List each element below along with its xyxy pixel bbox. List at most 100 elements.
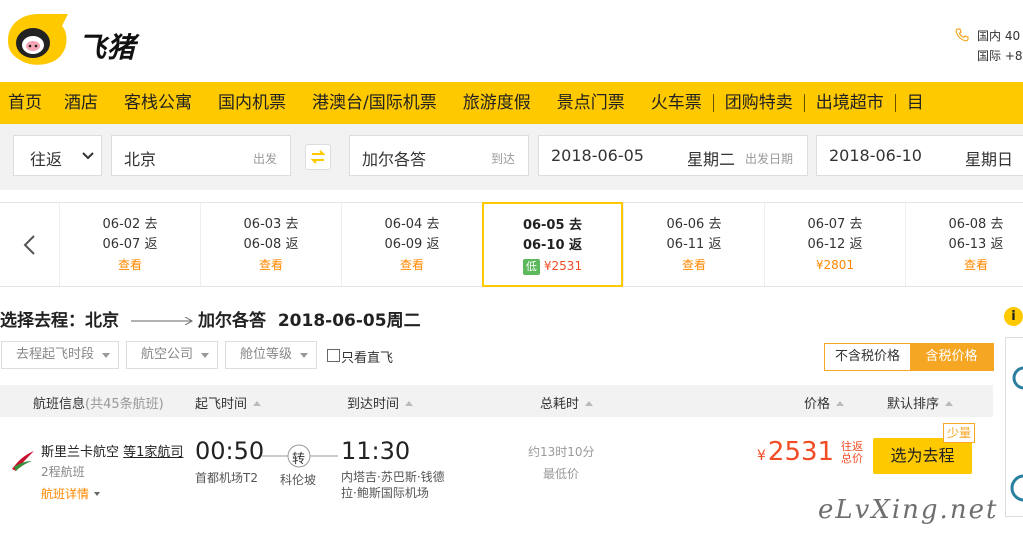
flight-legs: 2程航班 <box>41 465 85 479</box>
sort-depart-time[interactable]: 起飞时间 <box>195 393 262 412</box>
airline-name: 斯里兰卡航空 等1家航司 <box>41 441 183 460</box>
to-city-hint: 到达 <box>491 152 516 166</box>
sort-price[interactable]: 价格 <box>804 393 845 412</box>
srilankan-airlines-logo-icon <box>12 451 34 471</box>
nav-item-duty-free[interactable]: 出境超市 <box>805 82 884 124</box>
site-header: 飞猪 国内 40 国际 +8 <box>0 0 1023 82</box>
to-city-field[interactable]: 加尔各答 到达 <box>349 135 529 176</box>
cabin-filter[interactable]: 舱位等级 <box>225 341 317 369</box>
return-weekday: 星期日 <box>965 150 1014 169</box>
caret-down-icon <box>201 353 209 358</box>
sort-arrive-time[interactable]: 到达时间 <box>347 393 414 412</box>
date-option-selected[interactable]: 06-05 去 06-10 返 低 ¥2531 <box>482 202 623 287</box>
route-arrow-icon <box>131 317 193 325</box>
col-arrive-label: 到达时间 <box>347 397 400 412</box>
swap-cities-button[interactable] <box>305 144 331 170</box>
nav-item-domestic-flights[interactable]: 国内机票 <box>192 82 286 124</box>
depart-weekday: 星期二 <box>687 150 736 169</box>
excl-tax-option[interactable]: 不含税价格 <box>825 344 910 370</box>
phone-icon <box>955 28 969 42</box>
arrive-time: 11:30 <box>341 437 411 465</box>
nav-item-group-deals[interactable]: 团购特卖 <box>714 82 793 124</box>
more-airlines-link[interactable]: 等1家航司 <box>123 445 183 460</box>
return-date-value: 2018-06-10 <box>829 146 922 165</box>
nav-item-hotel[interactable]: 酒店 <box>42 82 98 124</box>
date-go: 06-04 去 <box>384 217 440 232</box>
date-price: ¥2531 <box>543 259 583 273</box>
date-price: 查看 <box>963 258 988 272</box>
col-depart-label: 起飞时间 <box>195 397 248 412</box>
route-title-origin: 选择去程：北京 <box>0 311 119 331</box>
date-price: 查看 <box>681 258 706 272</box>
date-option[interactable]: 06-06 去 06-11 返 查看 <box>623 203 764 286</box>
info-icon[interactable]: i <box>1004 307 1023 326</box>
hotline-domestic: 国内 40 <box>977 29 1021 43</box>
date-go: 06-07 去 <box>807 217 863 232</box>
from-city-field[interactable]: 北京 出发 <box>111 135 291 176</box>
chevron-down-icon <box>82 152 94 160</box>
low-stock-tag: 少量 <box>943 423 976 443</box>
depart-time-filter[interactable]: 去程起飞时段 <box>1 341 119 369</box>
date-option[interactable]: 06-02 去 06-07 返 查看 <box>59 203 200 286</box>
date-back: 06-10 返 <box>522 238 583 253</box>
return-date-field[interactable]: 2018-06-10 星期日 <box>816 135 1023 176</box>
incl-tax-option[interactable]: 含税价格 <box>910 344 993 370</box>
from-city-value: 北京 <box>124 150 157 169</box>
depart-time: 00:50 <box>195 437 265 465</box>
flight-details-toggle[interactable]: 航班详情 <box>41 485 101 502</box>
watermark: eLvXing.net <box>818 495 999 525</box>
col-sort-label: 默认排序 <box>887 397 940 412</box>
main-nav: 首页 酒店 客栈公寓 国内机票 港澳台/国际机票 旅游度假 景点门票 火车票 团… <box>0 82 1023 124</box>
nav-item-home[interactable]: 首页 <box>0 82 42 124</box>
date-option[interactable]: 06-08 去 06-13 返 查看 <box>905 203 1023 286</box>
results-header: 航班信息(共45条航班) 起飞时间 到达时间 总耗时 价格 默认排序 <box>0 385 993 417</box>
sort-duration[interactable]: 总耗时 <box>540 393 594 412</box>
route-date: 2018-06-05周二 <box>277 311 421 331</box>
airline-filter[interactable]: 航空公司 <box>126 341 218 369</box>
date-go: 06-08 去 <box>948 217 1004 232</box>
date-option[interactable]: 06-03 去 06-08 返 查看 <box>200 203 341 286</box>
route-dest-city: 加尔各答 <box>198 311 266 331</box>
fliggy-logo-icon[interactable] <box>2 10 70 70</box>
date-option[interactable]: 06-04 去 06-09 返 查看 <box>341 203 482 286</box>
filter-label: 航空公司 <box>141 347 194 362</box>
date-go: 06-03 去 <box>243 217 299 232</box>
direct-only-checkbox[interactable] <box>327 349 340 362</box>
select-outbound-button[interactable]: 选为去程 <box>873 438 972 474</box>
transfer-badge: 转 <box>292 452 306 467</box>
filter-label: 去程起飞时段 <box>16 347 95 362</box>
nav-item-tickets[interactable]: 景点门票 <box>531 82 625 124</box>
side-ad-card[interactable] <box>1005 337 1023 517</box>
arrive-airport: 内塔吉·苏巴斯·钱德拉·鲍斯国际机场 <box>341 470 445 500</box>
prev-dates-button[interactable] <box>0 203 60 286</box>
date-go: 06-02 去 <box>102 217 158 232</box>
date-back: 06-09 返 <box>384 237 440 252</box>
col-flight-info-label: 航班信息 <box>33 397 86 412</box>
caret-down-icon <box>300 353 308 358</box>
date-price: 查看 <box>399 258 424 272</box>
swap-icon <box>310 150 326 164</box>
trip-type-select[interactable]: 往返 <box>13 135 102 176</box>
direct-only-label[interactable]: 只看直飞 <box>341 347 393 366</box>
nav-item-more[interactable]: 目 <box>896 82 924 124</box>
sort-default[interactable]: 默认排序 <box>887 393 954 412</box>
depart-date-field[interactable]: 2018-06-05 星期二 出发日期 <box>538 135 808 176</box>
nav-item-intl-flights[interactable]: 港澳台/国际机票 <box>286 82 437 124</box>
date-back: 06-11 返 <box>666 237 722 252</box>
sort-up-icon <box>836 401 845 406</box>
price-value: 2531 <box>767 437 835 467</box>
depart-date-hint: 出发日期 <box>745 152 794 166</box>
nav-item-train[interactable]: 火车票 <box>625 82 702 124</box>
duration-note: 最低价 <box>543 467 580 481</box>
trip-type-value: 往返 <box>30 150 63 169</box>
depart-date-value: 2018-06-05 <box>551 146 644 165</box>
date-back: 06-08 返 <box>243 237 299 252</box>
caret-down-icon <box>94 492 101 496</box>
nav-item-vacation[interactable]: 旅游度假 <box>437 82 531 124</box>
tax-price-toggle: 不含税价格 含税价格 <box>824 343 994 371</box>
nav-item-inn[interactable]: 客栈公寓 <box>98 82 192 124</box>
date-option[interactable]: 06-07 去 06-12 返 ¥2801 <box>764 203 905 286</box>
date-back: 06-07 返 <box>102 237 158 252</box>
brand-name[interactable]: 飞猪 <box>78 26 136 66</box>
date-price-strip: 06-02 去 06-07 返 查看 06-03 去 06-08 返 查看 06… <box>0 202 1023 287</box>
